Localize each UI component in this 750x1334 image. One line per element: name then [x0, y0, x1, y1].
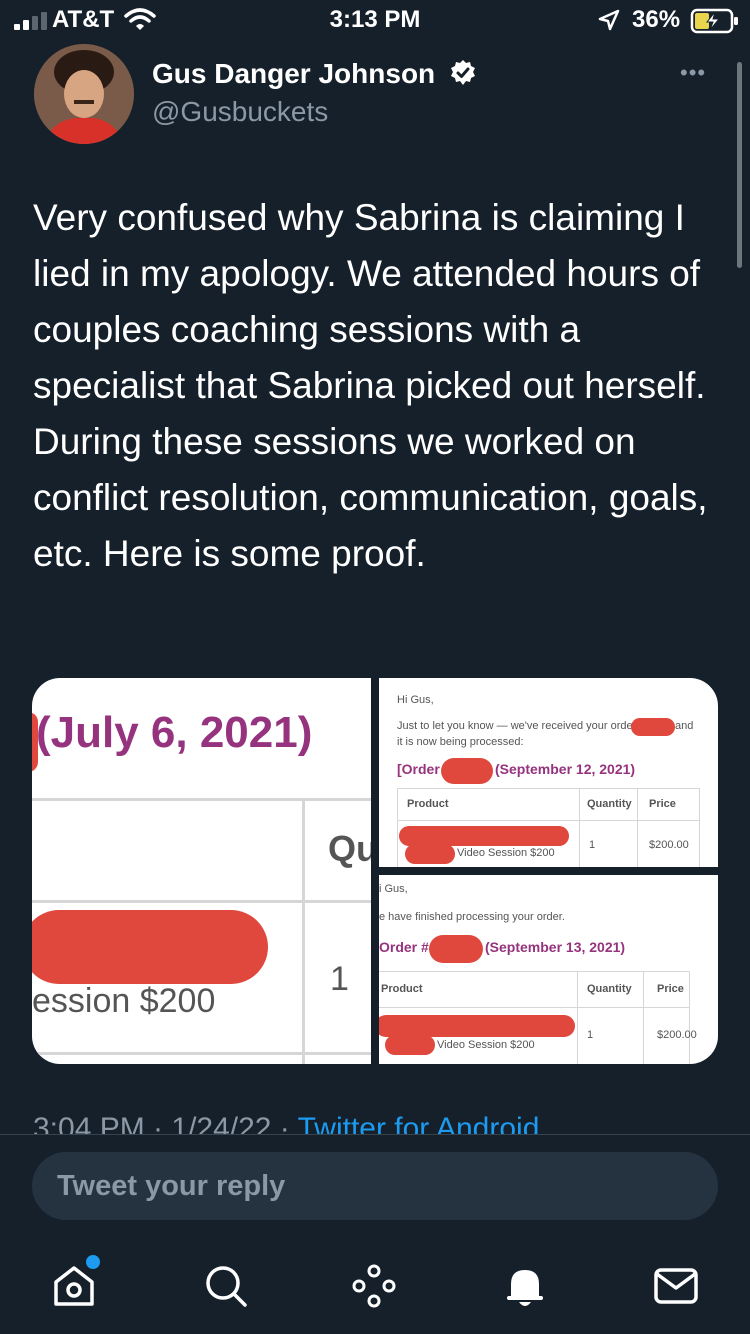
notifications-icon[interactable]	[501, 1262, 549, 1310]
author-handle[interactable]: @Gusbuckets	[152, 96, 328, 128]
redaction-mark	[441, 758, 493, 784]
email-message-c: it is now being processed:	[397, 736, 524, 748]
order-number: [Order	[397, 761, 440, 777]
table-border	[32, 900, 371, 903]
email-greeting: i Gus,	[379, 883, 408, 895]
scrollbar-thumb[interactable]	[737, 62, 742, 268]
email-message-b: and	[675, 720, 694, 732]
redaction-mark	[631, 718, 675, 736]
author-name-text[interactable]: Gus Danger Johnson	[152, 58, 435, 89]
battery-percent: 36%	[632, 6, 681, 33]
messages-icon[interactable]	[652, 1262, 700, 1310]
table-border	[397, 820, 700, 821]
avatar[interactable]	[34, 44, 134, 144]
order-item-text: ession $200	[32, 982, 216, 1020]
order-date: (September 12, 2021)	[495, 761, 636, 777]
table-border	[579, 788, 580, 867]
order-price: $200.00	[657, 1029, 697, 1041]
order-quantity: 1	[330, 960, 349, 998]
verified-badge-icon	[450, 60, 475, 85]
search-icon[interactable]	[202, 1262, 250, 1310]
media-image-1[interactable]: (July 6, 2021) Qu ession $200 1	[32, 678, 371, 1064]
media-image-3[interactable]: i Gus, e have finished processing your o…	[379, 875, 718, 1064]
order-item-text: Video Session $200	[437, 1039, 535, 1051]
table-border	[302, 798, 305, 1064]
author-name[interactable]: Gus Danger Johnson	[152, 58, 477, 90]
battery-charging-icon	[690, 8, 738, 34]
redaction-mark	[385, 1035, 435, 1055]
table-border	[689, 971, 690, 1064]
quantity-header: Quantity	[587, 983, 632, 995]
table-border	[32, 798, 371, 801]
table-border	[637, 788, 638, 867]
order-price: $200.00	[649, 839, 689, 851]
redaction-mark	[379, 1015, 575, 1037]
redaction-mark	[32, 910, 268, 984]
tweet-media-grid[interactable]: (July 6, 2021) Qu ession $200 1 Hi Gus, …	[32, 678, 718, 1064]
order-date: (September 13, 2021)	[485, 939, 626, 955]
table-border	[397, 788, 700, 789]
email-message-a: Just to let you know — we've received yo…	[397, 720, 637, 732]
order-quantity: 1	[589, 839, 596, 851]
table-border	[577, 971, 578, 1064]
price-header: Price	[649, 798, 676, 810]
order-quantity: 1	[587, 1029, 594, 1041]
product-header: Product	[407, 798, 449, 810]
product-header: Product	[381, 983, 423, 995]
redaction-mark	[429, 935, 483, 963]
avatar-image	[34, 44, 134, 144]
tweet-text: Very confused why Sabrina is claiming I …	[33, 197, 708, 574]
spaces-icon[interactable]	[350, 1262, 398, 1310]
status-bar: AT&T 3:13 PM 36%	[0, 0, 750, 40]
redaction-mark	[405, 844, 455, 864]
home-notification-dot	[84, 1253, 102, 1271]
divider	[0, 1134, 750, 1135]
quantity-header: Qu	[328, 828, 371, 869]
table-border	[32, 1052, 371, 1055]
reply-placeholder: Tweet your reply	[57, 1170, 286, 1202]
price-header: Price	[657, 983, 684, 995]
table-border	[699, 788, 700, 867]
redaction-mark	[399, 826, 569, 846]
order-date-heading: (July 6, 2021)	[36, 708, 313, 757]
order-number: Order #	[379, 939, 429, 955]
email-message: e have finished processing your order.	[379, 911, 565, 923]
table-border	[397, 788, 398, 867]
email-greeting: Hi Gus,	[397, 694, 434, 706]
location-arrow-icon	[598, 9, 620, 31]
table-border	[643, 971, 644, 1064]
quantity-header: Quantity	[587, 798, 632, 810]
more-options-icon[interactable]: •••	[680, 60, 706, 86]
media-image-2[interactable]: Hi Gus, Just to let you know — we've rec…	[379, 678, 718, 867]
order-item-text: Video Session $200	[457, 847, 555, 859]
